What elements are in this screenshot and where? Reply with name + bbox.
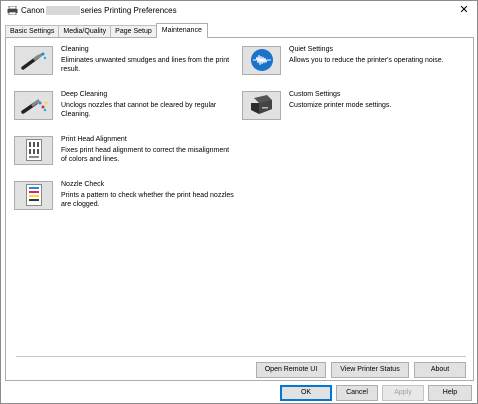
title-suffix: series Printing Preferences: [80, 6, 177, 15]
deep-cleaning-button[interactable]: [14, 91, 53, 120]
custom-settings-function: Custom Settings Customize printer mode s…: [242, 91, 472, 131]
cancel-button[interactable]: Cancel: [336, 385, 378, 401]
nozzle-check-description: Prints a pattern to check whether the pr…: [61, 192, 234, 208]
deep-cleaning-title: Deep Cleaning: [61, 91, 108, 98]
alignment-pattern-icon: [25, 138, 42, 163]
nozzle-check-function: Nozzle Check Prints a pattern to check w…: [14, 181, 244, 221]
cleaning-title: Cleaning: [61, 46, 89, 53]
help-button[interactable]: Help: [428, 385, 472, 401]
close-icon[interactable]: ✕: [457, 3, 471, 17]
quiet-settings-title: Quiet Settings: [289, 46, 333, 53]
nozzle-check-button[interactable]: [14, 181, 53, 210]
print-head-alignment-description: Fixes print head alignment to correct th…: [61, 147, 230, 163]
panel-divider: [16, 356, 466, 357]
redacted-model-name: [45, 6, 80, 15]
tab-maintenance[interactable]: Maintenance: [155, 23, 208, 38]
quiet-settings-description: Allows you to reduce the printer's opera…: [289, 57, 444, 64]
nozzle-check-title: Nozzle Check: [61, 181, 105, 188]
tab-strip: Basic Settings Media/Quality Page Setup …: [5, 23, 208, 38]
deep-cleaning-description: Unclogs nozzles that cannot be cleared b…: [61, 102, 217, 118]
view-printer-status-button[interactable]: View Printer Status: [331, 362, 409, 378]
printer-app-icon: [7, 5, 18, 16]
quiet-wave-icon: [250, 48, 274, 74]
deep-cleaning-brush-icon: [19, 94, 49, 118]
maintenance-panel: Cleaning Eliminates unwanted smudges and…: [5, 37, 474, 381]
open-remote-ui-button[interactable]: Open Remote UI: [256, 362, 326, 378]
cleaning-function: Cleaning Eliminates unwanted smudges and…: [14, 46, 244, 86]
apply-button[interactable]: Apply: [382, 385, 424, 401]
quiet-settings-button[interactable]: [242, 46, 281, 75]
print-head-alignment-button[interactable]: [14, 136, 53, 165]
title-prefix: Canon: [21, 6, 45, 15]
custom-settings-button[interactable]: [242, 91, 281, 120]
cleaning-description: Eliminates unwanted smudges and lines fr…: [61, 57, 230, 73]
print-head-alignment-function: Print Head Alignment Fixes print head al…: [14, 136, 244, 176]
cleaning-brush-icon: [19, 49, 49, 73]
custom-settings-description: Customize printer mode settings.: [289, 102, 392, 109]
nozzle-pattern-icon: [25, 183, 42, 208]
ok-button[interactable]: OK: [280, 385, 332, 401]
cleaning-button[interactable]: [14, 46, 53, 75]
custom-settings-title: Custom Settings: [289, 91, 341, 98]
deep-cleaning-function: Deep Cleaning Unclogs nozzles that canno…: [14, 91, 244, 131]
printing-preferences-window: Canon series Printing Preferences ✕ Basi…: [0, 0, 478, 404]
about-button[interactable]: About: [414, 362, 466, 378]
print-head-alignment-title: Print Head Alignment: [61, 136, 127, 143]
title-bar: Canon series Printing Preferences ✕: [1, 1, 477, 22]
printer-icon: [249, 94, 275, 118]
window-title: Canon series Printing Preferences: [21, 6, 177, 15]
quiet-settings-function: Quiet Settings Allows you to reduce the …: [242, 46, 472, 86]
